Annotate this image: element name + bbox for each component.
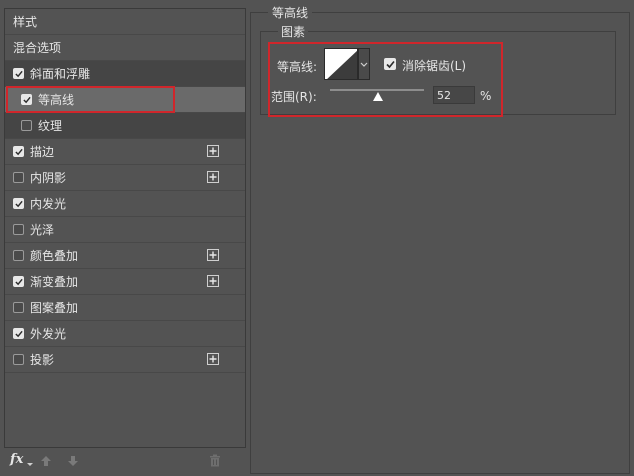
checkmark-icon [385, 60, 395, 68]
style-item-8[interactable]: 光泽 [5, 217, 245, 243]
checkmark-icon [14, 278, 23, 285]
style-item-checkbox[interactable] [21, 120, 32, 131]
add-effect-plus-icon[interactable] [207, 171, 219, 183]
checkmark-icon [14, 330, 23, 337]
style-item-checkbox[interactable] [13, 302, 24, 313]
antialias-checkbox[interactable] [384, 58, 396, 70]
checkmark-icon [22, 96, 31, 103]
style-item-checkbox[interactable] [13, 68, 24, 79]
checkmark-icon [14, 148, 23, 155]
chevron-down-icon [360, 62, 368, 67]
style-item-checkbox[interactable] [13, 250, 24, 261]
style-item-checkbox[interactable] [13, 354, 24, 365]
range-input[interactable] [433, 86, 475, 104]
style-item-label: 内阴影 [30, 171, 67, 185]
style-item-checkbox[interactable] [13, 328, 24, 339]
style-item-label: 图案叠加 [30, 301, 79, 315]
fx-button[interactable]: fx [10, 452, 23, 467]
contour-preview[interactable] [324, 48, 358, 80]
style-item-0[interactable]: 样式 [5, 9, 245, 35]
move-up-icon[interactable] [40, 455, 52, 470]
style-item-label: 投影 [30, 353, 55, 367]
add-effect-plus-icon[interactable] [207, 353, 219, 365]
style-item-3[interactable]: 等高线 [5, 87, 245, 113]
style-item-11[interactable]: 图案叠加 [5, 295, 245, 321]
range-slider-track[interactable] [330, 89, 424, 91]
style-item-label: 斜面和浮雕 [30, 67, 91, 81]
style-item-checkbox[interactable] [13, 224, 24, 235]
style-item-label: 颜色叠加 [30, 249, 79, 263]
layer-style-list: 样式混合选项斜面和浮雕等高线纹理描边内阴影内发光光泽颜色叠加渐变叠加图案叠加外发… [4, 8, 246, 448]
style-item-9[interactable]: 颜色叠加 [5, 243, 245, 269]
contour-label: 等高线: [277, 60, 318, 74]
antialias-label: 消除锯齿(L) [402, 59, 467, 73]
range-label: 范围(R): [271, 90, 317, 104]
contour-curve-icon [327, 50, 357, 79]
style-item-2[interactable]: 斜面和浮雕 [5, 61, 245, 87]
style-item-10[interactable]: 渐变叠加 [5, 269, 245, 295]
add-effect-plus-icon[interactable] [207, 249, 219, 261]
add-effect-plus-icon[interactable] [207, 145, 219, 157]
fx-dropdown-arrow-icon[interactable] [27, 463, 33, 466]
left-footer-toolbar: fx [0, 448, 242, 476]
move-down-icon[interactable] [67, 455, 79, 470]
range-unit: % [480, 89, 492, 103]
group-title: 图素 [278, 23, 309, 40]
style-item-label: 渐变叠加 [30, 275, 79, 289]
style-item-checkbox[interactable] [21, 94, 32, 105]
style-item-label: 光泽 [30, 223, 55, 237]
style-item-13[interactable]: 投影 [5, 347, 245, 373]
style-item-6[interactable]: 内阴影 [5, 165, 245, 191]
style-item-label: 样式 [13, 15, 38, 29]
trash-icon[interactable] [209, 454, 221, 470]
style-item-label: 外发光 [30, 327, 67, 341]
style-item-checkbox[interactable] [13, 198, 24, 209]
add-effect-plus-icon[interactable] [207, 275, 219, 287]
style-item-checkbox[interactable] [13, 172, 24, 183]
style-item-4[interactable]: 纹理 [5, 113, 245, 139]
style-item-1[interactable]: 混合选项 [5, 35, 245, 61]
style-item-12[interactable]: 外发光 [5, 321, 245, 347]
checkmark-icon [14, 200, 23, 207]
contour-dropdown[interactable] [358, 48, 370, 80]
style-item-7[interactable]: 内发光 [5, 191, 245, 217]
style-item-label: 混合选项 [13, 41, 62, 55]
style-item-label: 等高线 [38, 93, 75, 107]
style-item-5[interactable]: 描边 [5, 139, 245, 165]
section-title: 等高线 [268, 4, 313, 21]
checkmark-icon [14, 70, 23, 77]
style-item-checkbox[interactable] [13, 146, 24, 157]
range-slider-thumb[interactable] [373, 92, 383, 101]
style-item-label: 纹理 [38, 119, 63, 133]
style-item-label: 内发光 [30, 197, 67, 211]
style-item-label: 描边 [30, 145, 55, 159]
style-item-checkbox[interactable] [13, 276, 24, 287]
